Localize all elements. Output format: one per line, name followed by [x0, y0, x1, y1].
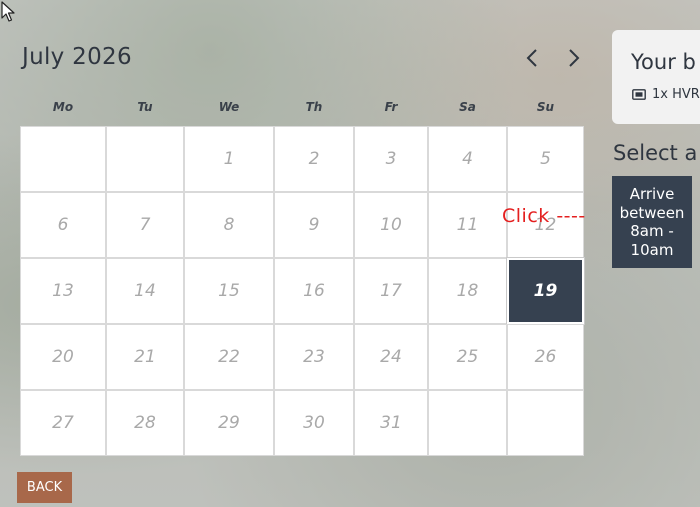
calendar-grid: 1 2 3 4 5 6 7 8 9 10 11 12 13 14 15 16 1…	[20, 126, 585, 456]
ticket-text: 1x HVR	[652, 87, 700, 102]
calendar-day: 26	[507, 324, 584, 390]
calendar-day: 5	[507, 126, 584, 192]
calendar-day	[428, 390, 507, 456]
booking-ticket-line: 1x HVR	[632, 87, 700, 102]
calendar-day: 11	[428, 192, 507, 258]
time-slot-button[interactable]: Arrive between 8am - 10am	[612, 176, 692, 268]
weekday-label: We	[218, 100, 240, 114]
booking-summary-card	[612, 30, 700, 124]
chevron-left-icon	[526, 49, 537, 67]
calendar-day: 7	[106, 192, 184, 258]
calendar-week: 1 2 3 4 5	[20, 126, 584, 192]
calendar-day: 8	[184, 192, 274, 258]
calendar-day: 24	[354, 324, 428, 390]
calendar-day: 17	[354, 258, 428, 324]
calendar-day: 29	[184, 390, 274, 456]
calendar-day: 23	[274, 324, 354, 390]
weekday-label: Su	[536, 100, 555, 114]
weekday-label: Sa	[459, 100, 476, 114]
calendar-day: 30	[274, 390, 354, 456]
calendar-day: 10	[354, 192, 428, 258]
calendar-week: 20 21 22 23 24 25 26	[20, 324, 584, 390]
ticket-icon	[632, 89, 646, 100]
calendar-day: 22	[184, 324, 274, 390]
booking-summary-title: Your b	[631, 50, 696, 74]
weekday-label: Th	[305, 100, 323, 114]
calendar-day: 16	[274, 258, 354, 324]
back-button[interactable]: BACK	[17, 472, 72, 503]
calendar-day: 25	[428, 324, 507, 390]
weekday-label: Tu	[137, 100, 153, 114]
calendar-day: 20	[20, 324, 106, 390]
calendar-day: 14	[106, 258, 184, 324]
calendar-day	[507, 390, 584, 456]
chevron-right-icon	[569, 49, 580, 67]
calendar-day: 13	[20, 258, 106, 324]
calendar-day: 31	[354, 390, 428, 456]
mouse-cursor-icon	[1, 1, 15, 22]
calendar-day: 2	[274, 126, 354, 192]
calendar-day: 3	[354, 126, 428, 192]
calendar-day: 21	[106, 324, 184, 390]
weekday-header: Mo Tu We Th Fr Sa Su	[20, 100, 584, 118]
calendar-day: 9	[274, 192, 354, 258]
next-month-button[interactable]	[560, 42, 588, 74]
previous-month-button[interactable]	[518, 42, 546, 74]
month-title: July 2026	[22, 44, 132, 70]
calendar-day	[106, 126, 184, 192]
calendar-day: 1	[184, 126, 274, 192]
calendar-day: 4	[428, 126, 507, 192]
calendar-day	[20, 126, 106, 192]
calendar-week: 6 7 8 9 10 11 12	[20, 192, 584, 258]
calendar-day: 18	[428, 258, 507, 324]
calendar-day: 6	[20, 192, 106, 258]
weekday-label: Mo	[52, 100, 74, 114]
click-annotation: Click ----	[502, 205, 586, 227]
calendar-week: 13 14 15 16 17 18 19	[20, 257, 585, 325]
calendar-day-selected[interactable]: 19	[506, 257, 585, 325]
calendar-day: 15	[184, 258, 274, 324]
weekday-label: Fr	[384, 100, 398, 114]
calendar-week: 27 28 29 30 31	[20, 390, 584, 456]
calendar-day: 28	[106, 390, 184, 456]
select-slot-heading: Select a	[613, 141, 698, 165]
calendar-day: 27	[20, 390, 106, 456]
